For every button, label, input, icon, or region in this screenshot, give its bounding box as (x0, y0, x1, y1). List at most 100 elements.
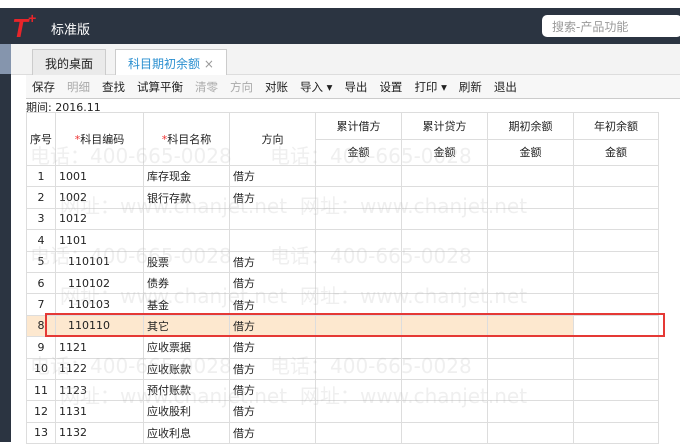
cell-opening[interactable] (487, 186, 574, 209)
cell-name[interactable]: 应收账款 (143, 357, 230, 380)
cell-opening[interactable] (487, 421, 574, 444)
cell-direction[interactable] (229, 207, 316, 231)
cell-opening[interactable] (487, 378, 574, 402)
cell-name[interactable]: 银行存款 (143, 186, 230, 209)
toolbar-button[interactable]: 刷新 (453, 79, 488, 95)
cell-debit[interactable] (315, 229, 402, 252)
cell-year[interactable] (573, 186, 659, 209)
table-row[interactable]: 4 1101 (26, 229, 659, 252)
cell-credit[interactable] (401, 186, 488, 209)
toolbar-button[interactable]: 设置 (373, 79, 408, 95)
cell-direction[interactable]: 借方 (229, 186, 316, 209)
cell-debit[interactable] (315, 186, 402, 209)
cell-year[interactable] (573, 421, 659, 444)
cell-debit[interactable] (315, 250, 402, 273)
close-icon[interactable]: × (204, 57, 214, 71)
cell-debit[interactable] (315, 207, 402, 231)
cell-code[interactable]: 1012 (55, 207, 144, 231)
table-row[interactable]: 11 1123 预付账款 借方 (26, 378, 659, 402)
toolbar-button[interactable]: 导出 (338, 79, 373, 95)
cell-debit[interactable] (315, 357, 402, 380)
cell-year[interactable] (573, 357, 659, 380)
cell-code[interactable]: 1001 (55, 164, 144, 188)
cell-debit[interactable] (315, 336, 402, 359)
cell-opening[interactable] (487, 207, 574, 231)
cell-year[interactable] (573, 164, 659, 188)
cell-credit[interactable] (401, 207, 488, 231)
cell-code[interactable]: 1131 (55, 400, 144, 423)
cell-code[interactable]: 1122 (55, 357, 144, 380)
toolbar-button[interactable]: 方向 (224, 79, 259, 95)
cell-name[interactable] (143, 207, 230, 231)
table-row[interactable]: 6 110102 债券 借方 (26, 271, 659, 295)
cell-credit[interactable] (401, 250, 488, 273)
cell-debit[interactable] (315, 164, 402, 188)
toolbar-button[interactable]: 试算平衡 (131, 79, 189, 95)
toolbar-button[interactable]: 保存 (26, 79, 61, 95)
table-row[interactable]: 1 1001 库存现金 借方 (26, 164, 659, 188)
cell-direction[interactable]: 借方 (229, 421, 316, 444)
cell-credit[interactable] (401, 271, 488, 295)
cell-year[interactable] (573, 250, 659, 273)
cell-code[interactable]: 110101 (55, 250, 144, 273)
cell-debit[interactable] (315, 421, 402, 444)
toolbar-button[interactable]: 退出 (488, 79, 523, 95)
cell-year[interactable] (573, 207, 659, 231)
cell-name[interactable]: 预付账款 (143, 378, 230, 402)
cell-year[interactable] (573, 271, 659, 295)
tab-opening-balance[interactable]: 科目期初余额 × (115, 49, 227, 75)
table-row[interactable]: 10 1122 应收账款 借方 (26, 357, 659, 380)
cell-credit[interactable] (401, 378, 488, 402)
cell-opening[interactable] (487, 229, 574, 252)
search-input[interactable]: 搜索-产品功能 (542, 15, 680, 37)
cell-opening[interactable] (487, 271, 574, 295)
cell-direction[interactable]: 借方 (229, 336, 316, 359)
cell-direction[interactable]: 借方 (229, 400, 316, 423)
cell-code[interactable]: 1123 (55, 378, 144, 402)
cell-opening[interactable] (487, 400, 574, 423)
cell-debit[interactable] (315, 271, 402, 295)
table-row[interactable]: 3 1012 (26, 207, 659, 231)
cell-direction[interactable]: 借方 (229, 357, 316, 380)
cell-name[interactable]: 库存现金 (143, 164, 230, 188)
cell-code[interactable]: 1121 (55, 336, 144, 359)
cell-direction[interactable] (229, 229, 316, 252)
cell-direction[interactable]: 借方 (229, 271, 316, 295)
toolbar-button[interactable]: 明细 (61, 79, 96, 95)
cell-code[interactable]: 1132 (55, 421, 144, 444)
cell-year[interactable] (573, 229, 659, 252)
table-row[interactable]: 12 1131 应收股利 借方 (26, 400, 659, 423)
cell-year[interactable] (573, 336, 659, 359)
cell-name[interactable]: 股票 (143, 250, 230, 273)
cell-opening[interactable] (487, 164, 574, 188)
toolbar-button[interactable]: 查找 (96, 79, 131, 95)
cell-direction[interactable]: 借方 (229, 164, 316, 188)
sidebar-selected-item[interactable] (0, 44, 11, 74)
cell-opening[interactable] (487, 357, 574, 380)
toolbar-button[interactable]: 导入 ▾ (294, 79, 338, 95)
table-row[interactable]: 9 1121 应收票据 借方 (26, 336, 659, 359)
cell-name[interactable]: 应收票据 (143, 336, 230, 359)
cell-debit[interactable] (315, 400, 402, 423)
cell-year[interactable] (573, 378, 659, 402)
table-row[interactable]: 2 1002 银行存款 借方 (26, 186, 659, 209)
cell-name[interactable]: 债券 (143, 271, 230, 295)
cell-credit[interactable] (401, 229, 488, 252)
toolbar-button[interactable]: 清零 (189, 79, 224, 95)
cell-credit[interactable] (401, 400, 488, 423)
cell-code[interactable]: 1101 (55, 229, 144, 252)
cell-code[interactable]: 1002 (55, 186, 144, 209)
cell-name[interactable] (143, 229, 230, 252)
toolbar-button[interactable]: 打印 ▾ (408, 79, 452, 95)
cell-debit[interactable] (315, 378, 402, 402)
toolbar-button[interactable]: 对账 (259, 79, 294, 95)
tab-desktop[interactable]: 我的桌面 (32, 49, 107, 75)
cell-year[interactable] (573, 400, 659, 423)
cell-credit[interactable] (401, 421, 488, 444)
cell-direction[interactable]: 借方 (229, 378, 316, 402)
cell-credit[interactable] (401, 357, 488, 380)
cell-name[interactable]: 应收利息 (143, 421, 230, 444)
table-row[interactable]: 13 1132 应收利息 借方 (26, 421, 659, 444)
table-row[interactable]: 5 110101 股票 借方 (26, 250, 659, 273)
cell-credit[interactable] (401, 164, 488, 188)
